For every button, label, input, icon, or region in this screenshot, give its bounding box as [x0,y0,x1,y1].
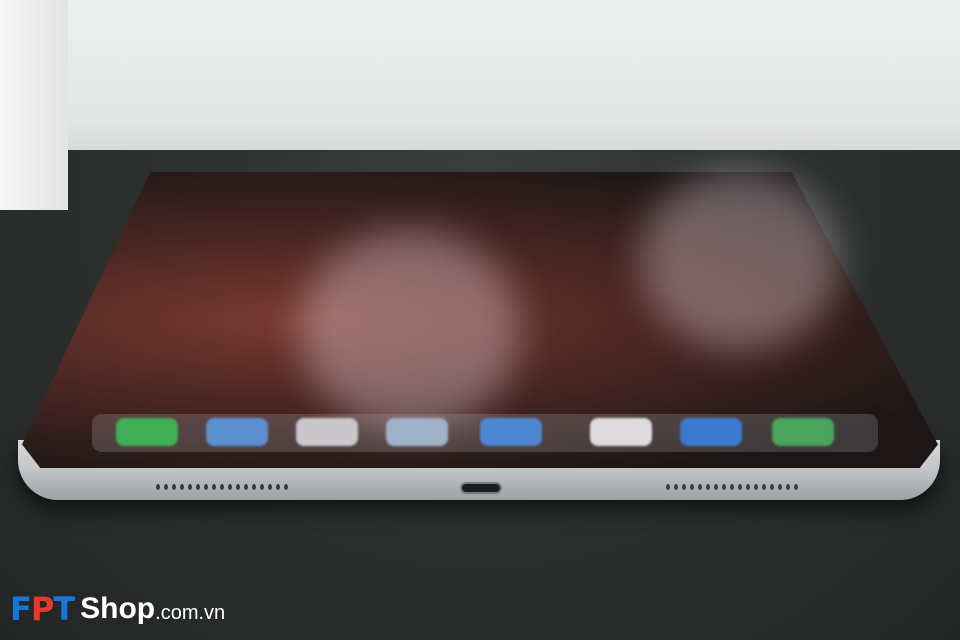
right-speaker-grille [666,484,798,492]
left-speaker-grille [156,484,288,492]
logo-brand-text: Shop [80,592,156,625]
safari-icon [206,418,268,446]
messages-icon [116,418,178,446]
logo-letter-f: F [10,590,32,628]
files-icon [480,418,542,446]
usb-c-port [460,482,502,494]
background-wall [0,0,960,170]
mail-icon [386,418,448,446]
white-box-edge [0,0,68,210]
app-store-icon [680,418,742,446]
logo-letter-p: P [30,590,54,628]
fpt-logo-mark: FPT [10,590,75,628]
facetime-icon [772,418,834,446]
photo-scene: FPT Shop .com.vn [0,0,960,640]
fptshop-watermark: FPT Shop .com.vn [10,586,225,632]
photos-icon [590,418,652,446]
screen-reflection [300,230,520,430]
screen-reflection [640,170,840,350]
logo-letter-t: T [53,590,75,628]
music-icon [296,418,358,446]
logo-domain-suffix: .com.vn [155,601,226,624]
